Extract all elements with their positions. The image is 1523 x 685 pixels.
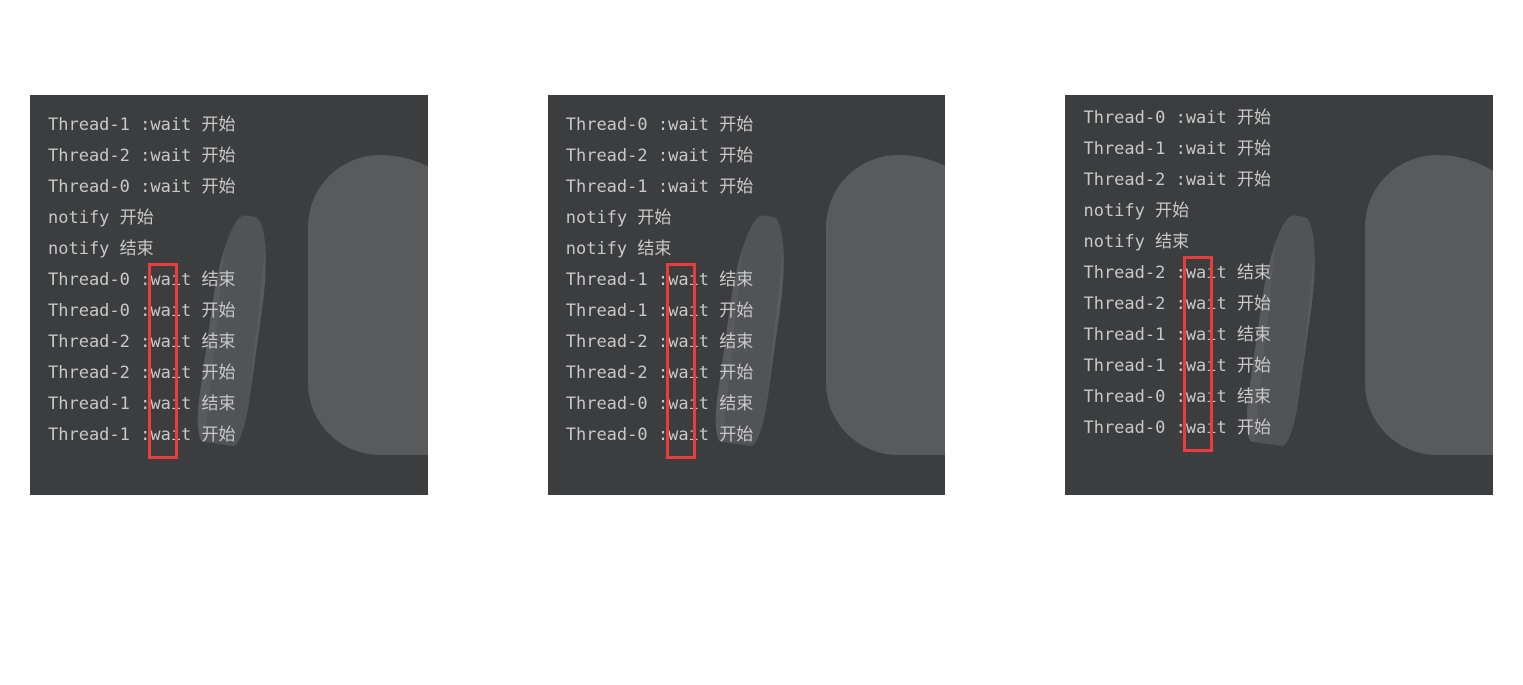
console-line: notify 结束 [48,234,410,265]
console-line: Thread-2 :wait 开始 [1083,165,1475,196]
console-line: Thread-1 :wait 开始 [48,110,410,141]
console-line: Thread-2 :wait 开始 [48,141,410,172]
console-line: Thread-0 :wait 开始 [566,110,928,141]
console-line: Thread-2 :wait 结束 [48,327,410,358]
console-line: Thread-1 :wait 开始 [1083,134,1475,165]
console-line: Thread-0 :wait 结束 [566,389,928,420]
console-line: Thread-2 :wait 开始 [1083,289,1475,320]
console-line: Thread-0 :wait 开始 [566,420,928,451]
console-line: Thread-2 :wait 开始 [48,358,410,389]
console-line: Thread-2 :wait 结束 [566,327,928,358]
console-line: notify 开始 [48,203,410,234]
console-line: Thread-1 :wait 开始 [1083,351,1475,382]
console-line: Thread-1 :wait 结束 [566,265,928,296]
console-line: notify 结束 [1083,227,1475,258]
console-line: notify 结束 [566,234,928,265]
console-panel-3: Thread-0 :wait 开始 Thread-1 :wait 开始 Thre… [1065,95,1493,495]
console-line: Thread-0 :wait 开始 [1083,103,1475,134]
console-panel-2: Thread-0 :wait 开始 Thread-2 :wait 开始 Thre… [548,95,946,495]
console-panel-1: Thread-1 :wait 开始 Thread-2 :wait 开始 Thre… [30,95,428,495]
console-line: notify 开始 [1083,196,1475,227]
console-line: Thread-1 :wait 结束 [48,389,410,420]
console-line: Thread-2 :wait 开始 [566,358,928,389]
panels-container: Thread-1 :wait 开始 Thread-2 :wait 开始 Thre… [0,0,1523,525]
console-line: Thread-0 :wait 开始 [1083,413,1475,444]
console-line: Thread-0 :wait 开始 [48,172,410,203]
console-line: Thread-1 :wait 开始 [566,296,928,327]
console-line: Thread-0 :wait 开始 [48,296,410,327]
console-line: notify 开始 [566,203,928,234]
console-line: Thread-0 :wait 结束 [1083,382,1475,413]
console-line: Thread-1 :wait 开始 [566,172,928,203]
console-line: Thread-1 :wait 结束 [1083,320,1475,351]
console-line: Thread-1 :wait 开始 [48,420,410,451]
console-line: Thread-2 :wait 结束 [1083,258,1475,289]
console-line: Thread-0 :wait 结束 [48,265,410,296]
console-line: Thread-2 :wait 开始 [566,141,928,172]
